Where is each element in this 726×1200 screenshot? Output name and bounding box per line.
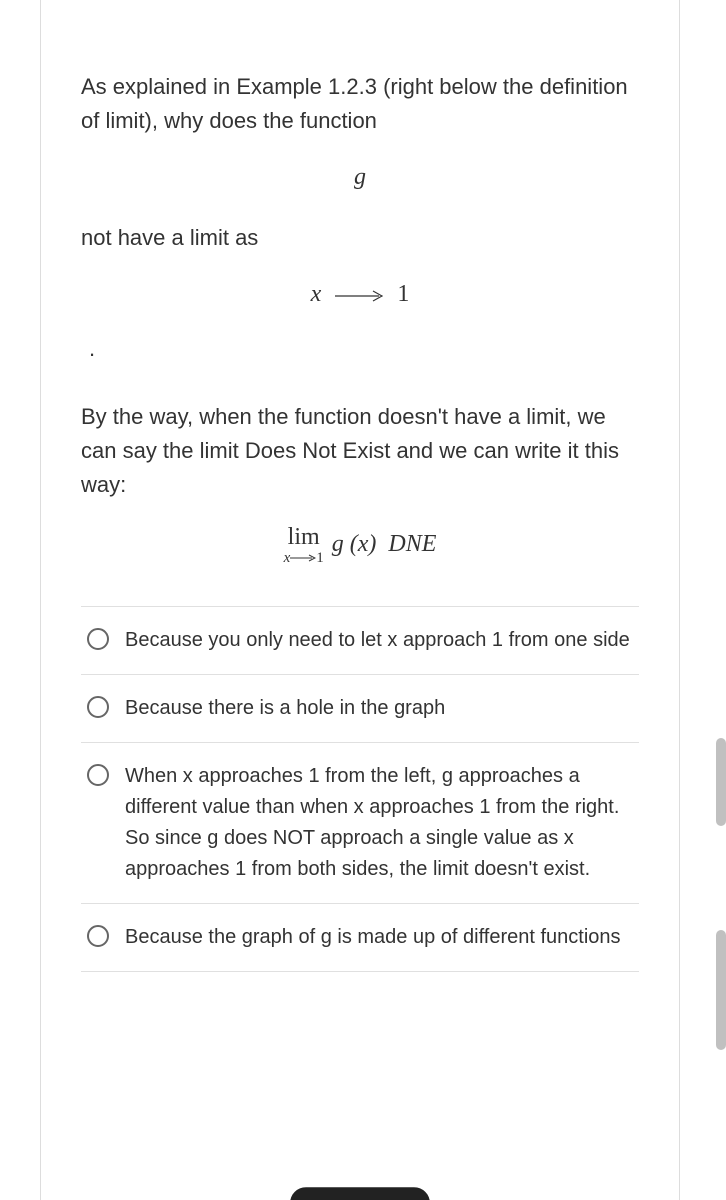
scrollbar[interactable] [716, 0, 726, 1200]
option-2[interactable]: Because there is a hole in the graph [81, 675, 639, 743]
scroll-thumb-1[interactable] [716, 738, 726, 826]
limit-target: 1 [397, 281, 409, 307]
radio-icon[interactable] [87, 628, 109, 650]
right-arrow-icon [335, 290, 383, 302]
lim-body: g (x) [332, 531, 377, 557]
question-intro-2: not have a limit as [81, 221, 639, 255]
lim-sub-var: x [284, 550, 291, 566]
function-g: g [81, 164, 639, 191]
bottom-handle [290, 1187, 430, 1200]
radio-icon[interactable] [87, 764, 109, 786]
dne-text: DNE [388, 531, 436, 557]
lim-sub: x1 [284, 551, 324, 566]
option-3-label: When x approaches 1 from the left, g app… [125, 761, 633, 885]
option-3[interactable]: When x approaches 1 from the left, g app… [81, 743, 639, 904]
limit-var: x [311, 281, 322, 307]
scroll-thumb-2[interactable] [716, 930, 726, 1050]
lim-word: lim [284, 525, 324, 549]
question-card: As explained in Example 1.2.3 (right bel… [40, 0, 680, 1200]
lim-sub-to: 1 [316, 550, 324, 566]
lim-stack: lim x1 [284, 525, 324, 566]
options-list: Because you only need to let x approach … [81, 606, 639, 972]
option-4-label: Because the graph of g is made up of dif… [125, 922, 621, 953]
option-1-label: Because you only need to let x approach … [125, 625, 630, 656]
limit-expression: x 1 [81, 281, 639, 308]
option-2-label: Because there is a hole in the graph [125, 693, 445, 724]
option-4[interactable]: Because the graph of g is made up of dif… [81, 904, 639, 972]
dne-notation: lim x1 g (x) DNE [81, 525, 639, 566]
radio-icon[interactable] [87, 925, 109, 947]
question-intro-3: By the way, when the function doesn't ha… [81, 400, 639, 502]
option-1[interactable]: Because you only need to let x approach … [81, 607, 639, 675]
small-right-arrow-icon [290, 551, 316, 566]
period: . [89, 338, 639, 360]
question-intro-1: As explained in Example 1.2.3 (right bel… [81, 70, 639, 138]
radio-icon[interactable] [87, 696, 109, 718]
